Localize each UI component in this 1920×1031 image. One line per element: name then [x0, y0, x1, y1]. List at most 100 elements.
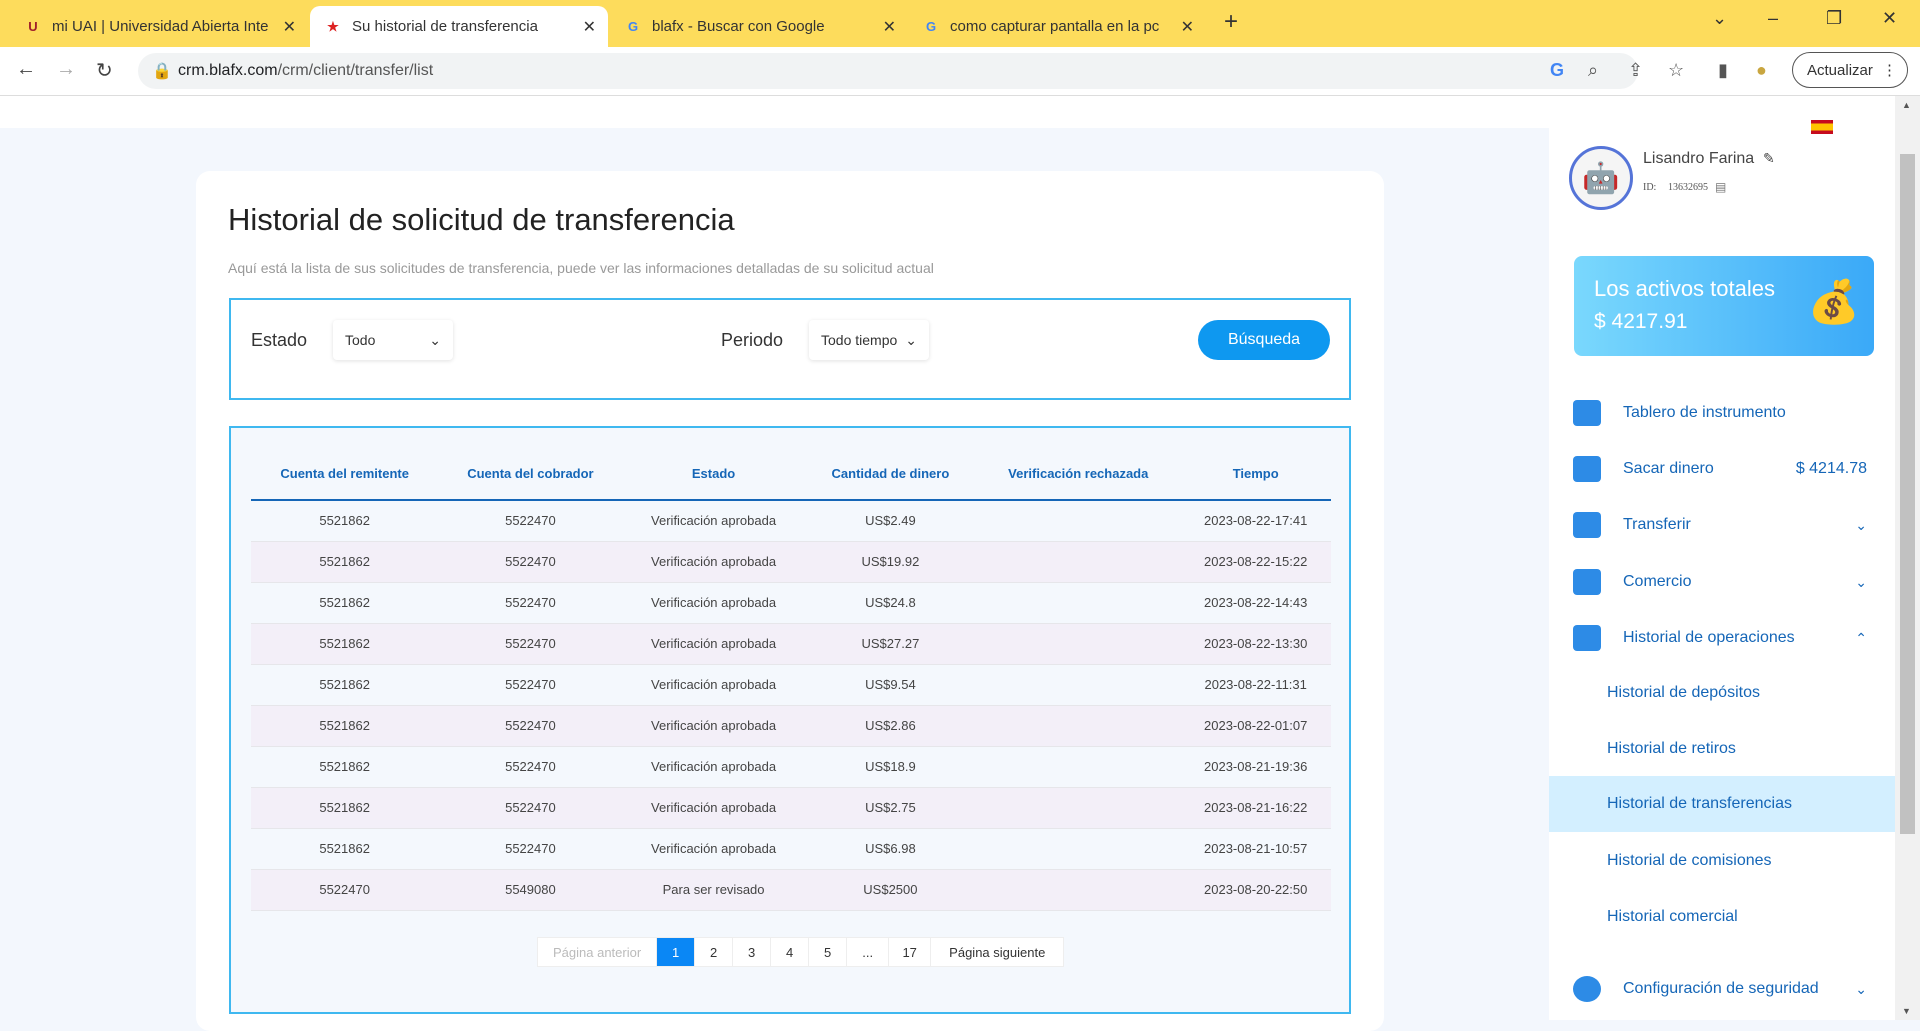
- table-row[interactable]: 5522470 5549080 Para ser revisado US$2500 20…: [251, 869, 1331, 911]
- table-row[interactable]: 5521862 5522470 Verificación aprobada US$2.…: [251, 787, 1331, 829]
- update-button[interactable]: Actualizar ⋮: [1792, 52, 1908, 88]
- sidebar-item-configuracion-de-seguridad[interactable]: Configuración de seguridad ⌄: [1549, 961, 1895, 1017]
- scrollbar-thumb[interactable]: [1900, 154, 1915, 834]
- close-window-button[interactable]: ✕: [1882, 8, 1897, 29]
- back-icon[interactable]: ←: [16, 58, 36, 81]
- table-cell: 2023-08-22-14:43: [1180, 582, 1331, 624]
- table-row[interactable]: 5521862 5522470 Verificación aprobada US$9.…: [251, 664, 1331, 706]
- table-row[interactable]: 5521862 5522470 Verificación aprobada US$2.…: [251, 500, 1331, 542]
- url-input[interactable]: 🔒 crm.blafx.com/crm/client/transfer/list: [138, 53, 1638, 89]
- sidebar-item-historial-de-depositos[interactable]: Historial de depósitos: [1549, 665, 1895, 721]
- table-row[interactable]: 5521862 5522470 Verificación aprobada US$2.…: [251, 705, 1331, 747]
- new-tab-button[interactable]: +: [1224, 8, 1238, 36]
- page-button[interactable]: ...: [847, 938, 890, 966]
- table-cell: 5521862: [251, 623, 439, 665]
- sidebar-item-label: Historial de transferencias: [1607, 795, 1792, 812]
- table-cell: 5521862: [251, 787, 439, 829]
- chevron-down-icon[interactable]: ⌄: [1712, 8, 1727, 29]
- dashboard-icon: [1573, 400, 1601, 426]
- scroll-up-icon[interactable]: ▲: [1902, 100, 1911, 110]
- close-icon[interactable]: ✕: [283, 17, 296, 37]
- transfer-table: Cuenta del remitente Cuenta del cobrador E…: [251, 448, 1331, 911]
- copy-icon[interactable]: ▤: [1715, 180, 1726, 194]
- table-cell: 2023-08-22-11:31: [1180, 664, 1331, 706]
- sidebar-item-comercio[interactable]: Comercio ⌄: [1549, 554, 1895, 610]
- sidebar-item-historial-comercial[interactable]: Historial comercial: [1549, 889, 1895, 945]
- spain-flag-icon[interactable]: [1811, 120, 1833, 134]
- close-icon[interactable]: ✕: [1181, 17, 1194, 37]
- page-button[interactable]: 1: [657, 938, 696, 966]
- star-icon[interactable]: ☆: [1668, 60, 1684, 81]
- page-title: Historial de solicitud de transferencia: [228, 202, 735, 237]
- table-row[interactable]: 5521862 5522470 Verificación aprobada US$27…: [251, 623, 1331, 665]
- user-id-label: ID:: [1643, 182, 1657, 193]
- table-row[interactable]: 5521862 5522470 Verificación aprobada US$18…: [251, 746, 1331, 788]
- restore-button[interactable]: ❐: [1826, 8, 1842, 29]
- column-header: Cantidad de dinero: [804, 448, 977, 501]
- page-button[interactable]: 3: [733, 938, 772, 966]
- search-button[interactable]: Búsqueda: [1198, 320, 1330, 360]
- page-button[interactable]: 4: [771, 938, 810, 966]
- next-page-button[interactable]: Página siguiente: [931, 938, 1063, 966]
- close-icon[interactable]: ✕: [583, 17, 596, 37]
- tab-google-blafx[interactable]: Gblafx - Buscar con Google ✕: [610, 6, 908, 47]
- google-icon[interactable]: G: [1550, 60, 1564, 81]
- page-button[interactable]: 17: [889, 938, 932, 966]
- sidebar-item-historial-de-retiros[interactable]: Historial de retiros: [1549, 721, 1895, 777]
- sidebar-item-historial-de-transferencias[interactable]: Historial de transferencias: [1549, 776, 1895, 832]
- sidebar-item-historial-de-operaciones[interactable]: Historial de operaciones ⌃: [1549, 610, 1895, 666]
- share-icon[interactable]: ⇪: [1628, 60, 1643, 81]
- table-row[interactable]: 5521862 5522470 Verificación aprobada US$19…: [251, 541, 1331, 583]
- sidebar: 🤖 Lisandro Farina ✎ ID: 13632695 ▤ Los a…: [1549, 96, 1895, 1020]
- prev-page-button[interactable]: Página anterior: [538, 938, 658, 966]
- zoom-icon[interactable]: ⌕: [1588, 60, 1598, 81]
- table-cell: 5521862: [251, 541, 439, 583]
- page-button[interactable]: 5: [809, 938, 848, 966]
- table-cell: [976, 869, 1181, 911]
- scroll-down-icon[interactable]: ▼: [1902, 1006, 1911, 1016]
- estado-select[interactable]: Todo ⌄: [333, 320, 453, 360]
- forward-icon[interactable]: →: [56, 58, 76, 81]
- chevron-down-icon[interactable]: ⌄: [1855, 981, 1867, 998]
- pagination: Página anterior 1 2 3 4 5... 17 Página siguie…: [537, 937, 1065, 967]
- profile-icon[interactable]: ●: [1756, 60, 1767, 81]
- close-icon[interactable]: ✕: [883, 17, 896, 37]
- sidebar-item-tablero-de-instrumento[interactable]: Tablero de instrumento: [1549, 385, 1895, 441]
- table-row[interactable]: 5521862 5522470 Verificación aprobada US$6.…: [251, 828, 1331, 870]
- sidebar-item-transferir[interactable]: Transferir ⌄: [1549, 497, 1895, 553]
- avatar[interactable]: 🤖: [1569, 146, 1633, 210]
- table-cell: [976, 828, 1181, 870]
- tab-google-capturar[interactable]: Gcomo capturar pantalla en la pc ✕: [908, 6, 1206, 47]
- estado-label: Estado: [251, 330, 308, 350]
- chevron-down-icon[interactable]: ⌄: [1855, 574, 1867, 591]
- withdraw-balance: $ 4214.78: [1795, 460, 1867, 477]
- transfer-table-panel: Cuenta del remitente Cuenta del cobrador E…: [229, 426, 1351, 1014]
- chevron-down-icon[interactable]: ⌄: [1855, 517, 1867, 534]
- more-icon[interactable]: ⋮: [1882, 61, 1897, 79]
- table-cell: [976, 623, 1181, 665]
- sidebar-item-label: Historial de retiros: [1607, 740, 1736, 757]
- periodo-select[interactable]: Todo tiempo ⌄: [809, 320, 929, 360]
- page-button[interactable]: 2: [695, 938, 734, 966]
- google-icon: G: [925, 19, 937, 34]
- table-cell: [976, 787, 1181, 829]
- chevron-down-icon: ⌄: [905, 331, 917, 348]
- user-id: 13632695: [1668, 182, 1708, 193]
- reload-icon[interactable]: ↻: [96, 58, 113, 83]
- edit-icon[interactable]: ✎: [1763, 150, 1775, 167]
- table-cell: Verificación aprobada: [622, 541, 805, 583]
- chevron-up-icon[interactable]: ⌃: [1855, 630, 1867, 647]
- sidebar-item-historial-de-comisiones[interactable]: Historial de comisiones: [1549, 833, 1895, 889]
- sidebar-item-sacar-dinero[interactable]: Sacar dinero $ 4214.78: [1549, 441, 1895, 497]
- table-row[interactable]: 5521862 5522470 Verificación aprobada US$24…: [251, 582, 1331, 624]
- minimize-button[interactable]: –: [1768, 8, 1778, 29]
- tab-transfer-history[interactable]: ★ Su historial de transferencia ✕: [310, 6, 608, 47]
- table-cell: 2023-08-22-15:22: [1180, 541, 1331, 583]
- sidebar-item-label: Historial de operaciones: [1623, 629, 1795, 646]
- sidepanel-icon[interactable]: ▮: [1718, 60, 1728, 81]
- table-cell: Verificación aprobada: [622, 582, 805, 624]
- total-assets-card: Los activos totales $ 4217.91 💰: [1574, 256, 1874, 356]
- page-subtitle: Aquí está la lista de sus solicitudes de…: [228, 260, 934, 276]
- tab-uai[interactable]: Umi UAI | Universidad Abierta Inte ✕: [10, 6, 308, 47]
- scrollbar[interactable]: ▲ ▼: [1895, 96, 1920, 1020]
